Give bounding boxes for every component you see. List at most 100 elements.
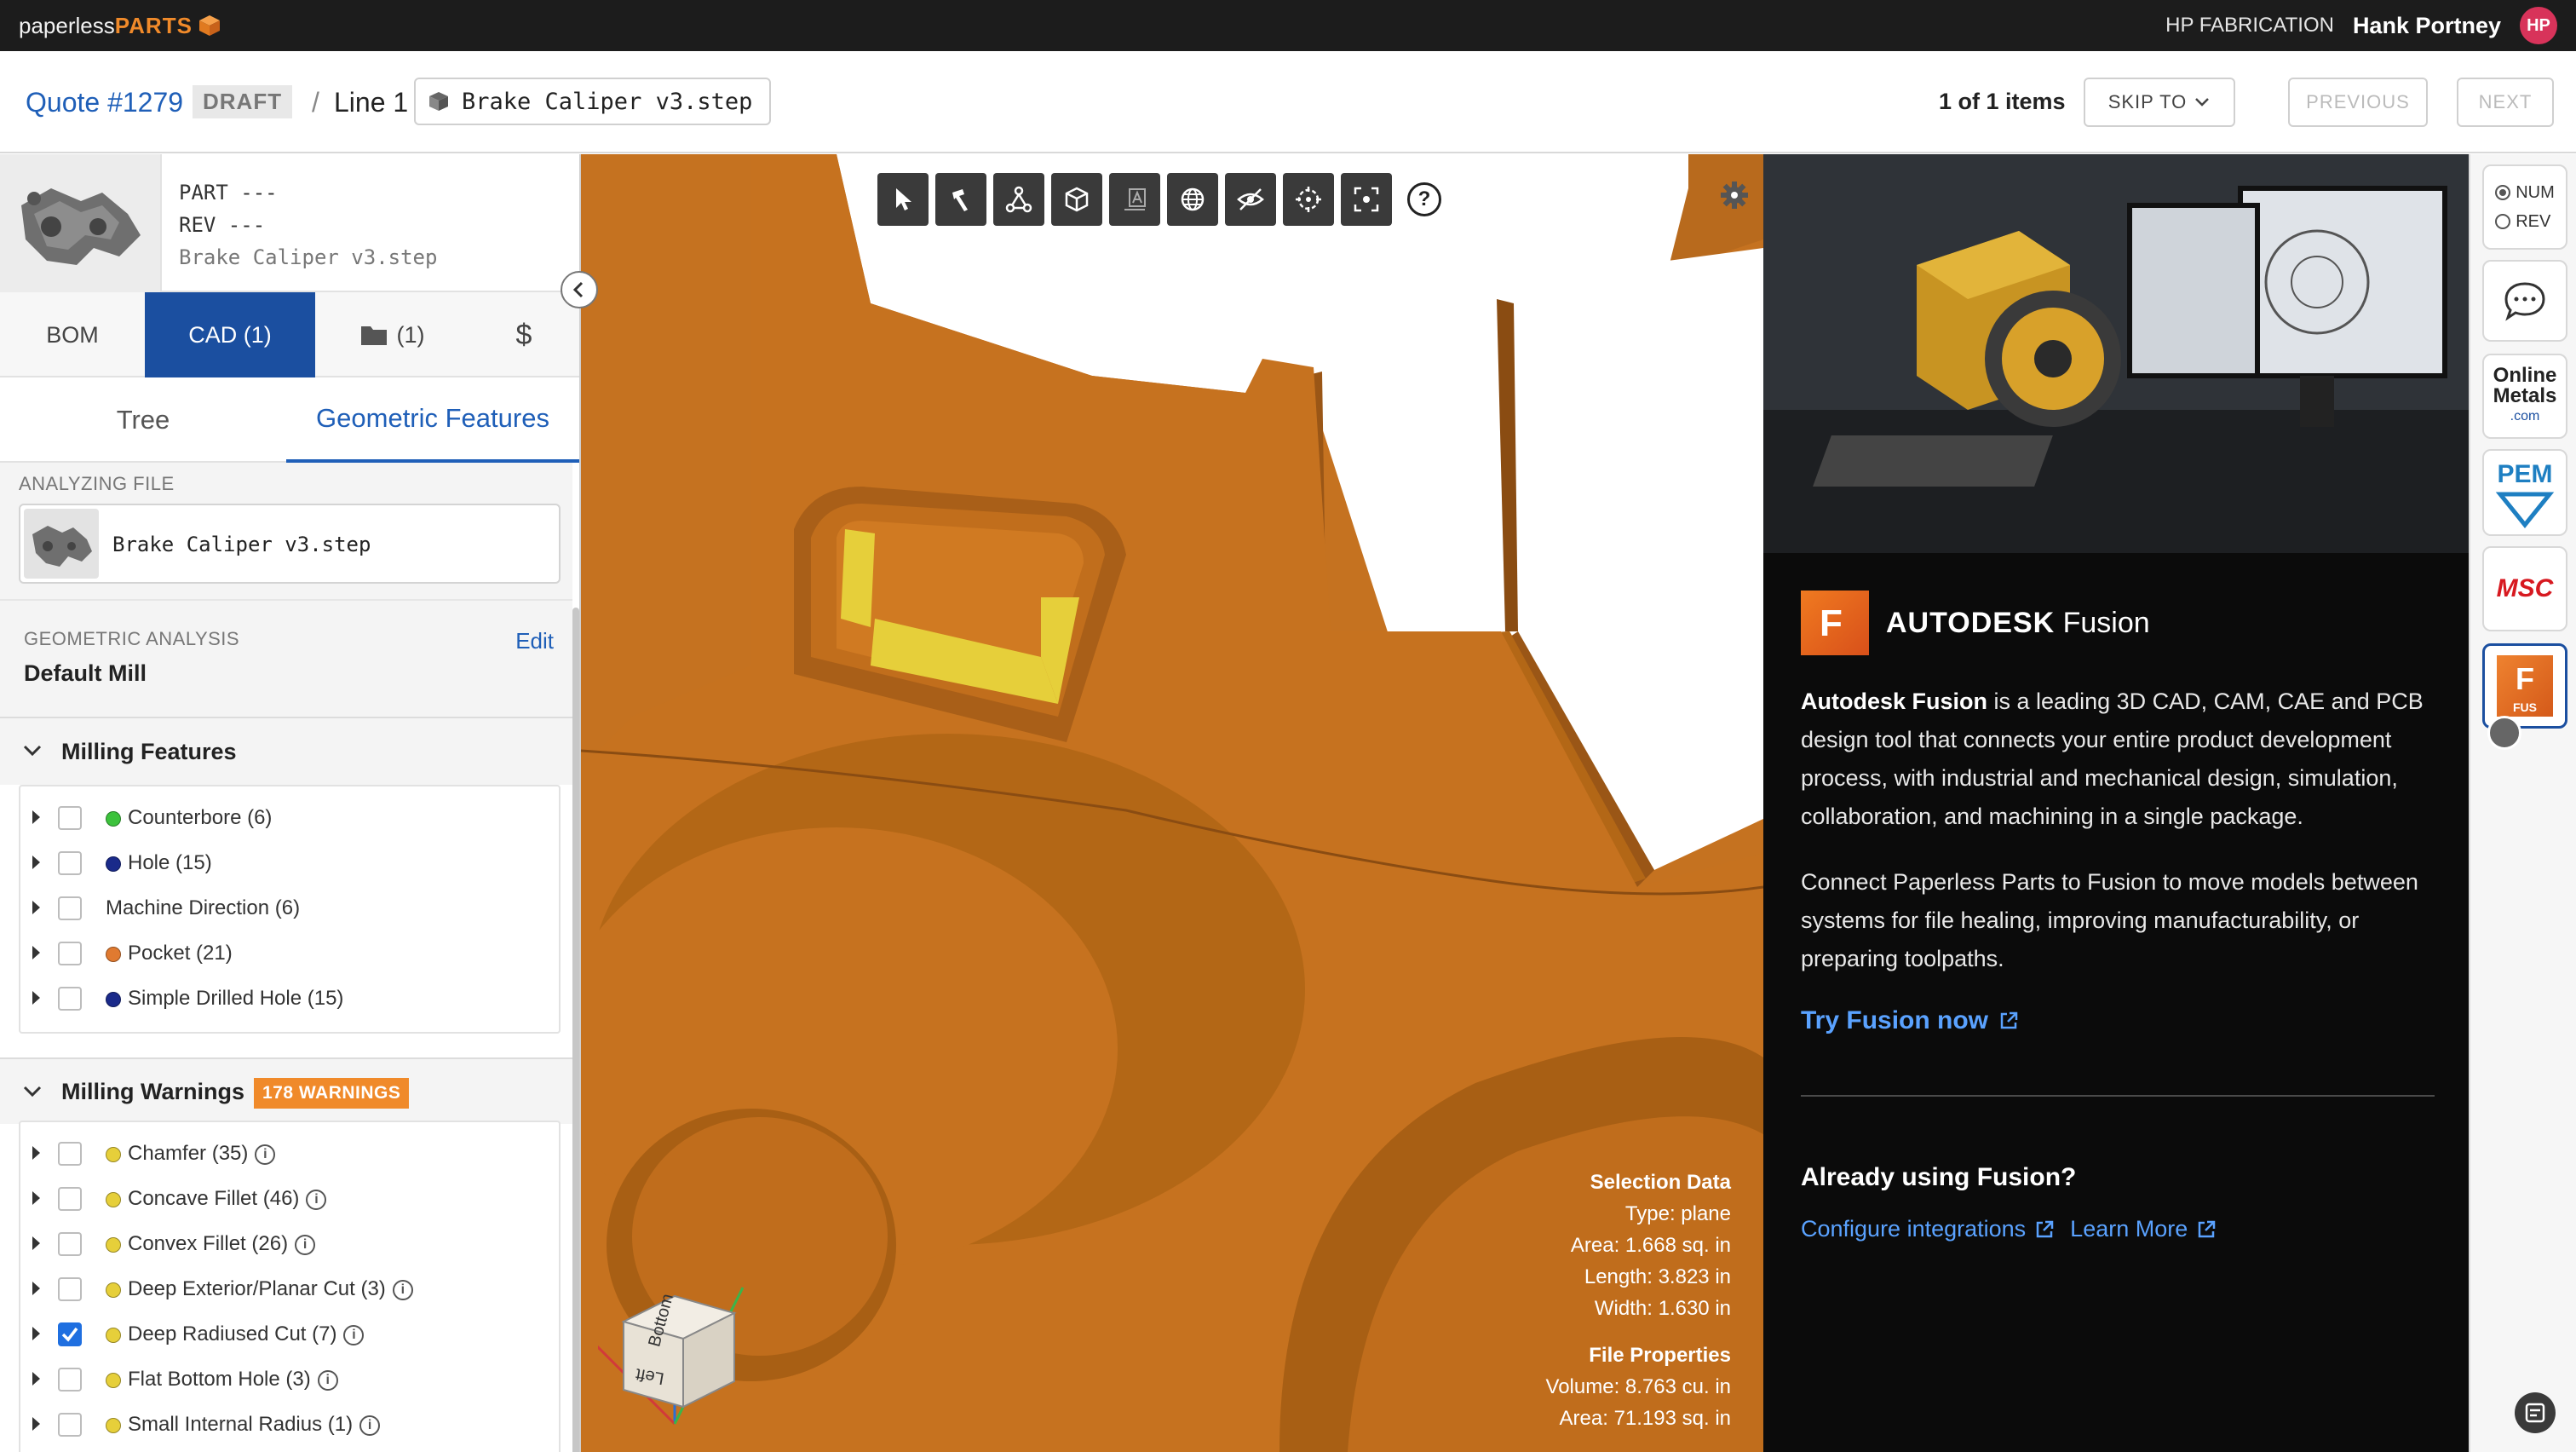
list-item[interactable]: Small Internal Radius (1) i: [20, 1402, 559, 1447]
num-option[interactable]: NUM: [2495, 178, 2555, 207]
warning-checkbox[interactable]: [58, 1413, 82, 1437]
skip-to-button[interactable]: SKIP TO: [2084, 78, 2235, 127]
fusion-app-label: FUS: [2513, 700, 2537, 714]
pem-button[interactable]: PEM: [2482, 449, 2567, 536]
info-icon[interactable]: i: [392, 1280, 413, 1300]
fit-screen-icon: [1354, 187, 1379, 212]
milling-warnings-header[interactable]: Milling Warnings 178 WARNINGS: [0, 1057, 572, 1124]
feature-checkbox[interactable]: [58, 851, 82, 875]
brand-name-bold: AUTODESK: [1886, 606, 2056, 639]
tab-pricing[interactable]: $: [469, 292, 579, 377]
warning-checkbox[interactable]: [58, 1322, 82, 1346]
tab-files[interactable]: (1): [315, 292, 469, 377]
list-item[interactable]: Simple Drilled Hole (15): [20, 976, 559, 1021]
expand-caret-icon[interactable]: [32, 1191, 40, 1205]
expand-caret-icon[interactable]: [32, 1372, 40, 1386]
expand-caret-icon[interactable]: [32, 1417, 40, 1431]
tab-cad[interactable]: CAD (1): [145, 292, 315, 377]
info-icon[interactable]: i: [359, 1415, 381, 1436]
expand-caret-icon[interactable]: [32, 810, 40, 824]
try-fusion-link[interactable]: Try Fusion now: [1801, 1006, 2019, 1035]
center-view-button[interactable]: [1283, 173, 1334, 226]
info-icon[interactable]: i: [295, 1235, 316, 1255]
user-name[interactable]: Hank Portney: [2353, 13, 2501, 39]
warning-checkbox[interactable]: [58, 1277, 82, 1301]
analyzing-file-box[interactable]: Brake Caliper v3.step: [19, 504, 561, 584]
collapse-panel-button[interactable]: [561, 271, 598, 308]
view-cube-button[interactable]: [1051, 173, 1102, 226]
expand-caret-icon[interactable]: [32, 1327, 40, 1340]
expand-caret-icon[interactable]: [32, 1236, 40, 1250]
expand-caret-icon[interactable]: [32, 901, 40, 914]
rail-scroll-handle[interactable]: [2487, 716, 2521, 750]
selection-data-overlay: Selection Data Type: plane Area: 1.668 s…: [1546, 1167, 1731, 1434]
feature-checkbox[interactable]: [58, 987, 82, 1011]
rev-option[interactable]: REV: [2495, 207, 2555, 236]
gear-icon[interactable]: [1719, 180, 1750, 210]
cad-viewer[interactable]: ? Selection Data Type: plane Area: 1.668…: [581, 154, 1763, 1452]
feature-checkbox[interactable]: [58, 942, 82, 965]
try-fusion-label: Try Fusion now: [1801, 1006, 1989, 1034]
list-item[interactable]: Convex Fillet (26) i: [20, 1221, 559, 1266]
fusion-button[interactable]: F FUS: [2482, 643, 2567, 729]
expand-caret-icon[interactable]: [32, 1282, 40, 1295]
logo-text-light: paperless: [19, 12, 115, 38]
configure-integrations-link[interactable]: Configure integrations: [1801, 1216, 2055, 1242]
fit-view-button[interactable]: [1341, 173, 1392, 226]
warning-checkbox[interactable]: [58, 1368, 82, 1392]
info-icon[interactable]: i: [343, 1325, 365, 1345]
expand-caret-icon[interactable]: [32, 946, 40, 959]
list-item-label: Deep Exterior/Planar Cut (3) i: [128, 1277, 413, 1301]
num-rev-toggle[interactable]: NUM REV: [2482, 164, 2567, 250]
list-item[interactable]: Chamfer (35) i: [20, 1131, 559, 1176]
warning-checkbox[interactable]: [58, 1232, 82, 1256]
part-file-name: Brake Caliper v3.step: [179, 245, 438, 269]
list-item[interactable]: Deep Exterior/Planar Cut (3) i: [20, 1266, 559, 1311]
learn-more-link[interactable]: Learn More: [2070, 1216, 2217, 1242]
milling-features-header[interactable]: Milling Features: [0, 718, 572, 785]
feature-checkbox[interactable]: [58, 896, 82, 920]
hide-toggle-button[interactable]: [1225, 173, 1276, 226]
chevron-down-icon: [23, 745, 42, 757]
feedback-button[interactable]: [2515, 1392, 2556, 1433]
edit-analysis-link[interactable]: Edit: [515, 628, 554, 654]
help-icon[interactable]: ?: [1407, 182, 1441, 216]
next-button[interactable]: NEXT: [2457, 78, 2554, 127]
list-item[interactable]: Deep Radiused Cut (7) i: [20, 1311, 559, 1357]
explode-tool-button[interactable]: [993, 173, 1044, 226]
select-tool-button[interactable]: [877, 173, 929, 226]
measure-tool-button[interactable]: [935, 173, 986, 226]
globe-view-button[interactable]: [1167, 173, 1218, 226]
tab-bom[interactable]: BOM: [0, 292, 145, 377]
quote-link[interactable]: Quote #1279: [26, 87, 183, 118]
info-icon[interactable]: i: [317, 1370, 338, 1391]
comments-button[interactable]: [2482, 260, 2567, 342]
online-metals-button[interactable]: Online Metals .com: [2482, 354, 2567, 439]
list-item[interactable]: Pocket (21): [20, 931, 559, 976]
expand-caret-icon[interactable]: [32, 991, 40, 1005]
promo-image: [1763, 154, 2469, 553]
list-item[interactable]: Concave Fillet (46) i: [20, 1176, 559, 1221]
tab-tree[interactable]: Tree: [0, 377, 286, 463]
expand-caret-icon[interactable]: [32, 856, 40, 869]
warning-checkbox[interactable]: [58, 1187, 82, 1211]
list-item[interactable]: Counterbore (6): [20, 795, 559, 840]
msc-button[interactable]: MSC: [2482, 546, 2567, 631]
expand-caret-icon[interactable]: [32, 1146, 40, 1160]
orientation-cube[interactable]: Bottom Left: [598, 1228, 785, 1451]
info-icon[interactable]: i: [255, 1144, 276, 1165]
avatar[interactable]: HP: [2520, 7, 2557, 44]
paperless-parts-logo[interactable]: paperless PARTS: [19, 13, 221, 39]
info-icon[interactable]: i: [306, 1190, 327, 1210]
list-item[interactable]: Machine Direction (6): [20, 885, 559, 931]
list-item[interactable]: Hole (15): [20, 840, 559, 885]
list-item[interactable]: Flat Bottom Hole (3) i: [20, 1357, 559, 1402]
warning-checkbox[interactable]: [58, 1142, 82, 1166]
warning-label: Small Internal Radius (1): [128, 1413, 354, 1436]
file-chip[interactable]: Brake Caliper v3.step: [414, 78, 772, 125]
left-panel-scrollbar[interactable]: [572, 608, 579, 1452]
tab-geometric-features[interactable]: Geometric Features: [286, 377, 579, 463]
previous-button[interactable]: PREVIOUS: [2288, 78, 2428, 127]
annotation-button[interactable]: [1109, 173, 1160, 226]
feature-checkbox[interactable]: [58, 806, 82, 830]
